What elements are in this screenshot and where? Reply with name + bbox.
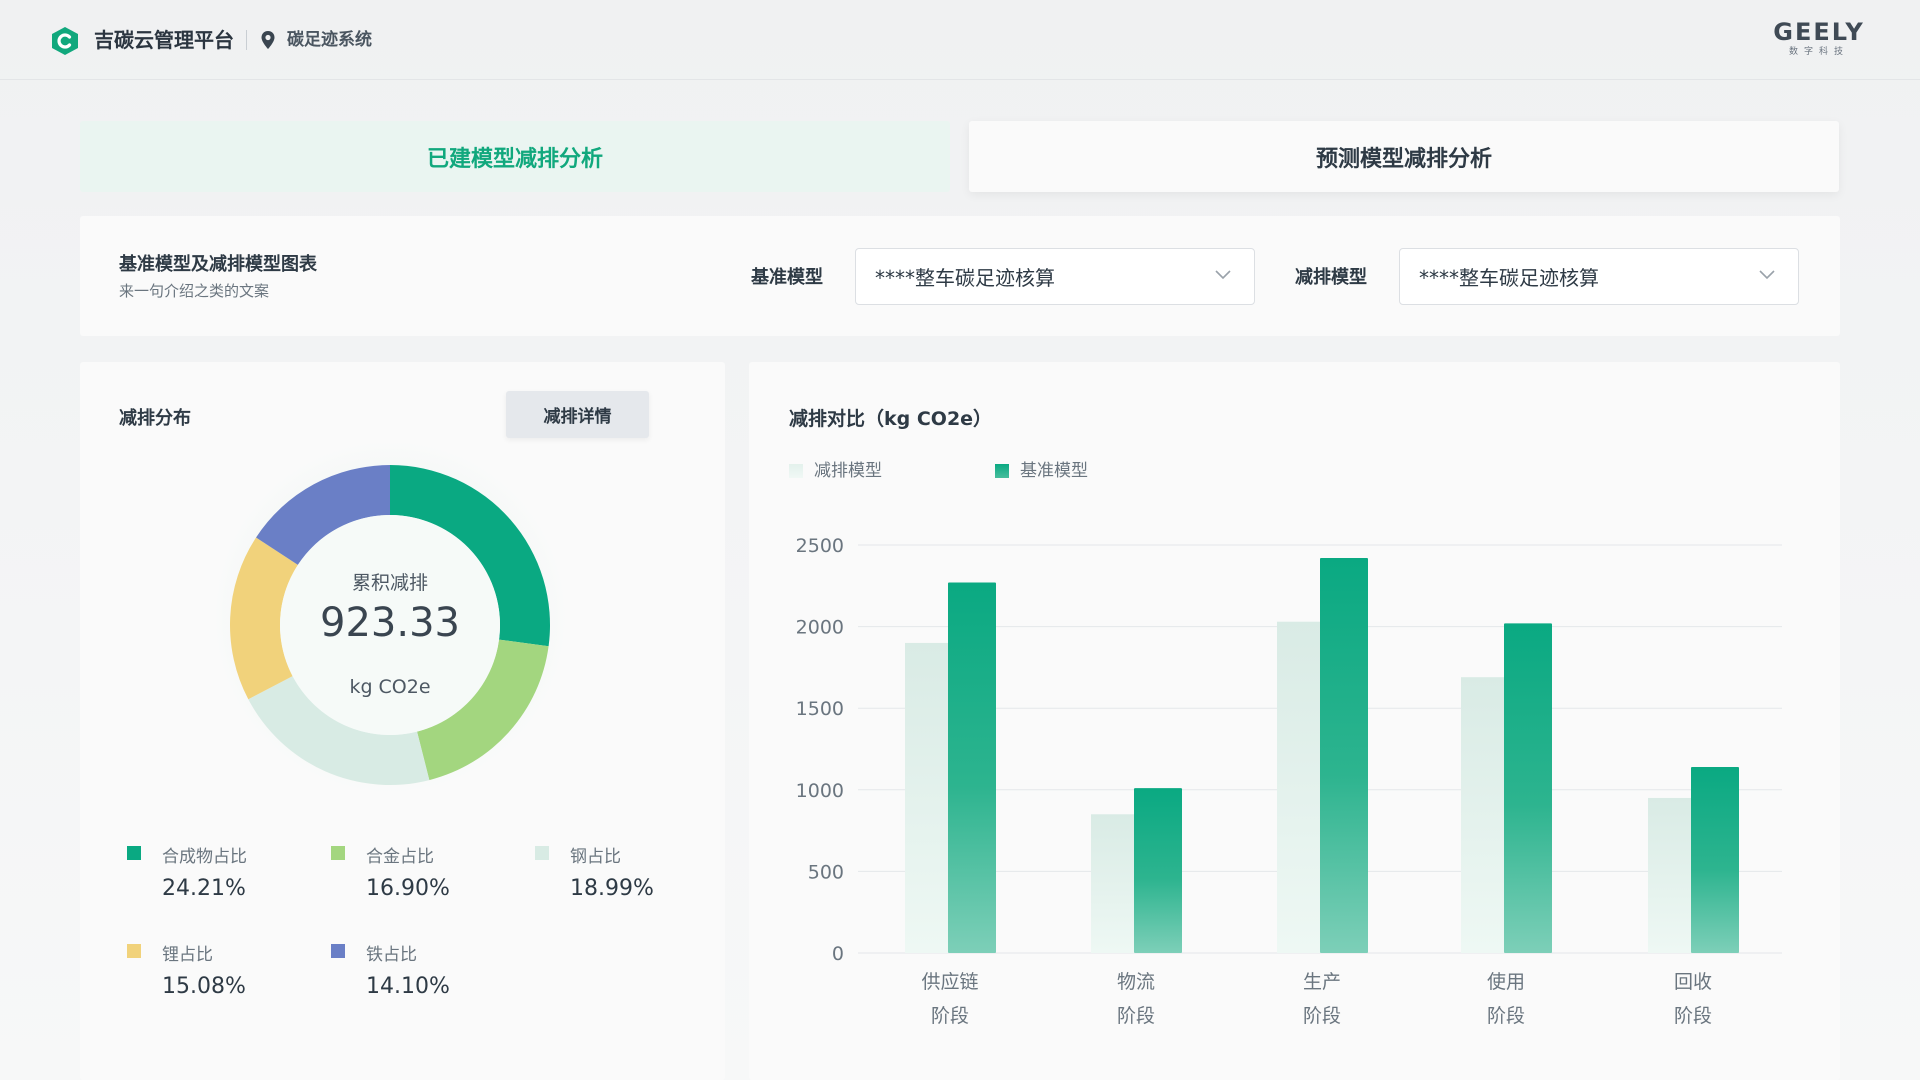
top-header: 吉碳云管理平台 碳足迹系统 GEELY 数字科技 (0, 0, 1920, 80)
chevron-down-icon (1215, 270, 1231, 280)
reduction-model-select[interactable]: ****整车碳足迹核算 (1399, 248, 1799, 305)
legend-value: 16.90% (366, 876, 450, 901)
legend-value: 24.21% (162, 876, 246, 901)
chart-title: 减排对比（kg CO2e） (789, 408, 993, 430)
reduction-detail-button[interactable]: 减排详情 (506, 391, 649, 438)
legend-name: 合金占比 (366, 847, 434, 867)
tab-built-model-analysis[interactable]: 已建模型减排分析 (80, 121, 950, 192)
app-logo-icon (52, 27, 78, 55)
tab-predicted-model-analysis[interactable]: 预测模型减排分析 (969, 121, 1839, 192)
brand-logo: GEELY 数字科技 (1764, 18, 1874, 58)
legend-series-name: 减排模型 (814, 461, 882, 481)
legend-value: 15.08% (162, 974, 246, 999)
legend-name: 合成物占比 (162, 847, 247, 867)
legend-swatch (127, 944, 141, 958)
filter-description: 来一句介绍之类的文案 (119, 282, 270, 300)
model-filter-panel: 基准模型及减排模型图表 来一句介绍之类的文案 基准模型 ****整车碳足迹核算 … (80, 216, 1840, 336)
baseline-model-value: ****整车碳足迹核算 (875, 266, 1055, 290)
chevron-down-icon (1759, 270, 1775, 280)
legend-swatch (995, 464, 1009, 478)
donut-center-unit: kg CO2e (349, 676, 431, 698)
system-name: 碳足迹系统 (287, 30, 372, 50)
chart-legend-baseline: 基准模型 (995, 456, 1088, 481)
legend-swatch (331, 846, 345, 860)
header-divider (246, 30, 247, 50)
brand-subtitle: 数字科技 (1788, 47, 1849, 57)
reduction-model-label: 减排模型 (1295, 267, 1367, 288)
donut-center-value: 923.33 (320, 600, 460, 646)
legend-value: 14.10% (366, 974, 450, 999)
chart-legend-reduction: 减排模型 (789, 456, 882, 481)
legend-swatch (535, 846, 549, 860)
brand-name: GEELY (1773, 18, 1865, 46)
legend-name: 钢占比 (570, 847, 621, 867)
legend-swatch (127, 846, 141, 860)
reduction-comparison-panel: 减排对比（kg CO2e） 减排模型 基准模型 (749, 362, 1840, 1080)
baseline-model-select[interactable]: ****整车碳足迹核算 (855, 248, 1255, 305)
legend-name: 锂占比 (162, 945, 213, 965)
legend-series-name: 基准模型 (1020, 461, 1088, 481)
filter-title: 基准模型及减排模型图表 (119, 254, 317, 275)
legend-swatch (331, 944, 345, 958)
location-pin-icon (261, 31, 275, 49)
distribution-title: 减排分布 (119, 408, 191, 429)
legend-name: 铁占比 (366, 945, 417, 965)
app-title: 吉碳云管理平台 (94, 28, 234, 52)
legend-value: 18.99% (570, 876, 654, 901)
reduction-model-value: ****整车碳足迹核算 (1419, 266, 1599, 290)
baseline-model-label: 基准模型 (751, 267, 823, 288)
legend-swatch (789, 464, 803, 478)
donut-center-label: 累积减排 (351, 572, 428, 594)
